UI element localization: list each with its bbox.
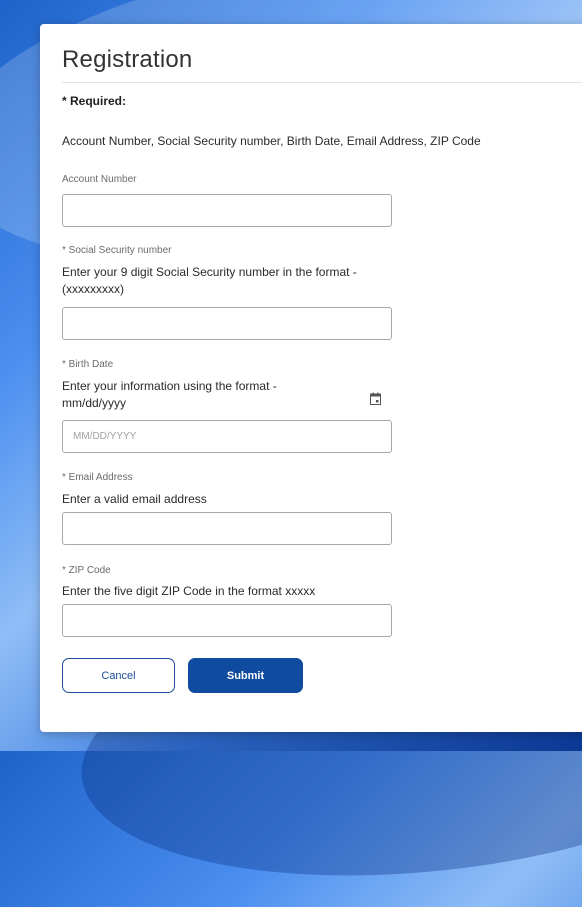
zip-description: Enter the five digit ZIP Code in the for…	[62, 584, 316, 598]
birth-date-description: Enter your information using the format …	[62, 379, 277, 410]
registration-card: Registration * Required: Account Number,…	[40, 24, 582, 732]
zip-label: * ZIP Code	[62, 565, 111, 576]
ssn-description: Enter your 9 digit Social Security numbe…	[62, 265, 357, 296]
birth-date-input[interactable]	[62, 420, 392, 453]
birth-date-label: * Birth Date	[62, 359, 114, 370]
title-divider	[62, 82, 582, 83]
account-number-input[interactable]	[62, 194, 392, 227]
email-label: * Email Address	[62, 472, 133, 483]
account-number-label: Account Number	[62, 174, 137, 185]
required-heading: * Required:	[62, 94, 127, 108]
submit-button[interactable]: Submit	[188, 658, 303, 693]
calendar-icon[interactable]	[370, 392, 381, 405]
email-input[interactable]	[62, 512, 392, 545]
ssn-input[interactable]	[62, 307, 392, 340]
page-title: Registration	[62, 46, 193, 73]
required-fields-list: Account Number, Social Security number, …	[62, 134, 481, 148]
email-description: Enter a valid email address	[62, 492, 207, 506]
ssn-label: * Social Security number	[62, 245, 172, 256]
cancel-button[interactable]: Cancel	[62, 658, 175, 693]
zip-input[interactable]	[62, 604, 392, 637]
